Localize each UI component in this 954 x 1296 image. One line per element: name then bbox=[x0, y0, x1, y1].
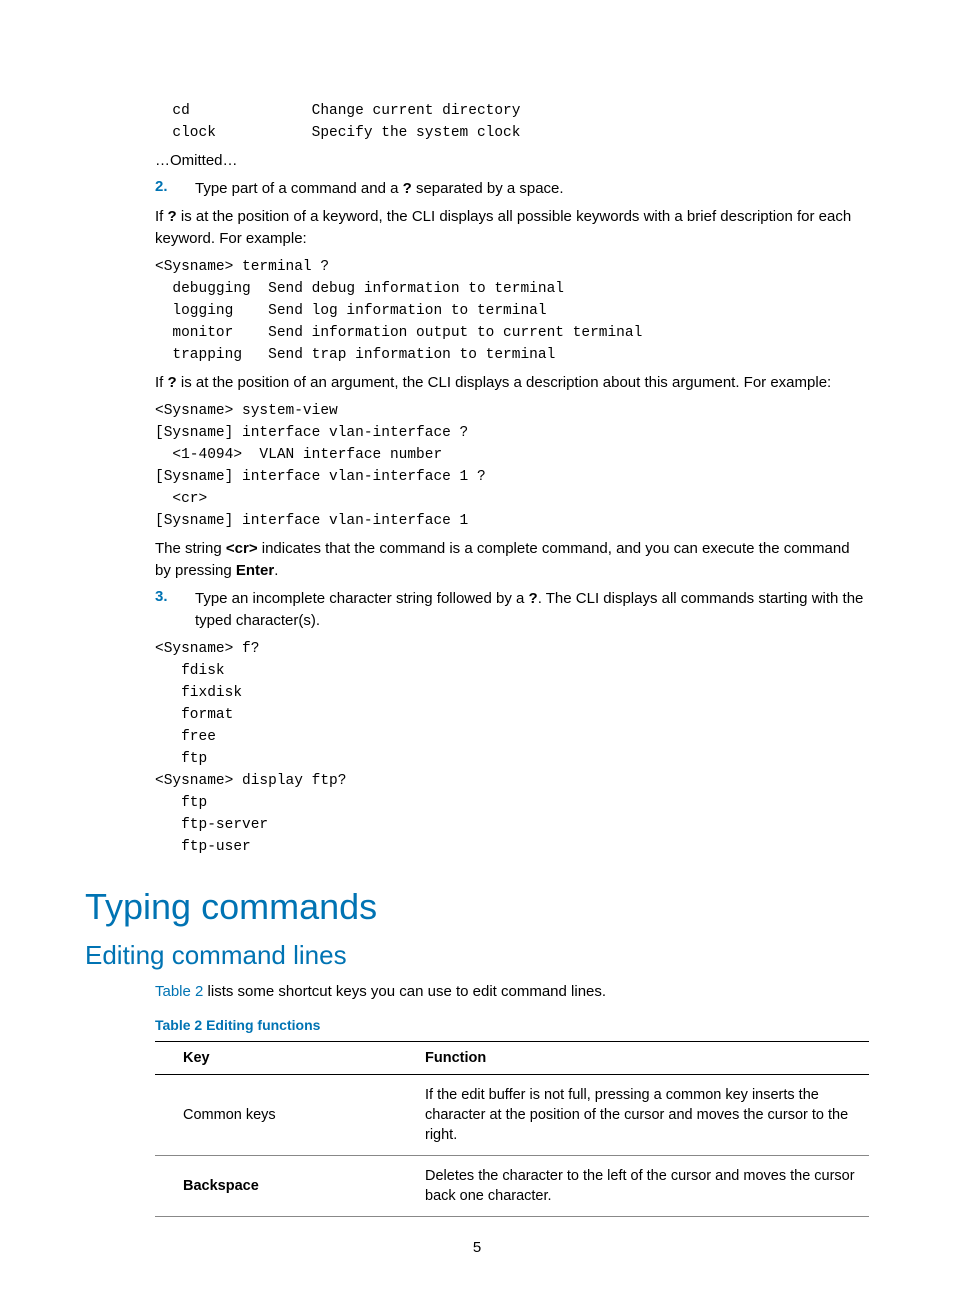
cell-key: Backspace bbox=[155, 1156, 397, 1217]
code-block-vlan: <Sysname> system-view [Sysname] interfac… bbox=[155, 400, 869, 532]
table-caption: Table 2 Editing functions bbox=[155, 1017, 869, 1033]
cell-function: If the edit buffer is not full, pressing… bbox=[397, 1075, 869, 1156]
code-block-cd-clock: cd Change current directory clock Specif… bbox=[155, 100, 869, 144]
step-body: Type an incomplete character string foll… bbox=[195, 588, 869, 632]
code-block-terminal: <Sysname> terminal ? debugging Send debu… bbox=[155, 256, 869, 366]
table-row: Backspace Deletes the character to the l… bbox=[155, 1156, 869, 1217]
paragraph-argument-help: If ? is at the position of an argument, … bbox=[155, 372, 869, 394]
cell-key: Common keys bbox=[155, 1075, 397, 1156]
step-body: Type part of a command and a ? separated… bbox=[195, 178, 869, 200]
table-row: Common keys If the edit buffer is not fu… bbox=[155, 1075, 869, 1156]
editing-functions-table: Key Function Common keys If the edit buf… bbox=[155, 1041, 869, 1217]
cell-function: Deletes the character to the left of the… bbox=[397, 1156, 869, 1217]
paragraph-cr: The string <cr> indicates that the comma… bbox=[155, 538, 869, 582]
paragraph-table-intro: Table 2 lists some shortcut keys you can… bbox=[155, 981, 869, 1003]
page-number: 5 bbox=[0, 1239, 954, 1256]
code-block-f-prefix: <Sysname> f? fdisk fixdisk format free f… bbox=[155, 638, 869, 858]
step-number: 2. bbox=[155, 178, 195, 200]
paragraph-keyword-help: If ? is at the position of a keyword, th… bbox=[155, 206, 869, 250]
th-key: Key bbox=[155, 1042, 397, 1075]
heading-typing-commands: Typing commands bbox=[85, 886, 869, 928]
table-reference-link[interactable]: Table 2 bbox=[155, 983, 203, 1000]
step-2: 2. Type part of a command and a ? separa… bbox=[155, 178, 869, 200]
heading-editing-command-lines: Editing command lines bbox=[85, 940, 869, 971]
th-function: Function bbox=[397, 1042, 869, 1075]
step-number: 3. bbox=[155, 588, 195, 632]
step-3: 3. Type an incomplete character string f… bbox=[155, 588, 869, 632]
omitted-text: …Omitted… bbox=[155, 150, 869, 172]
table-header-row: Key Function bbox=[155, 1042, 869, 1075]
